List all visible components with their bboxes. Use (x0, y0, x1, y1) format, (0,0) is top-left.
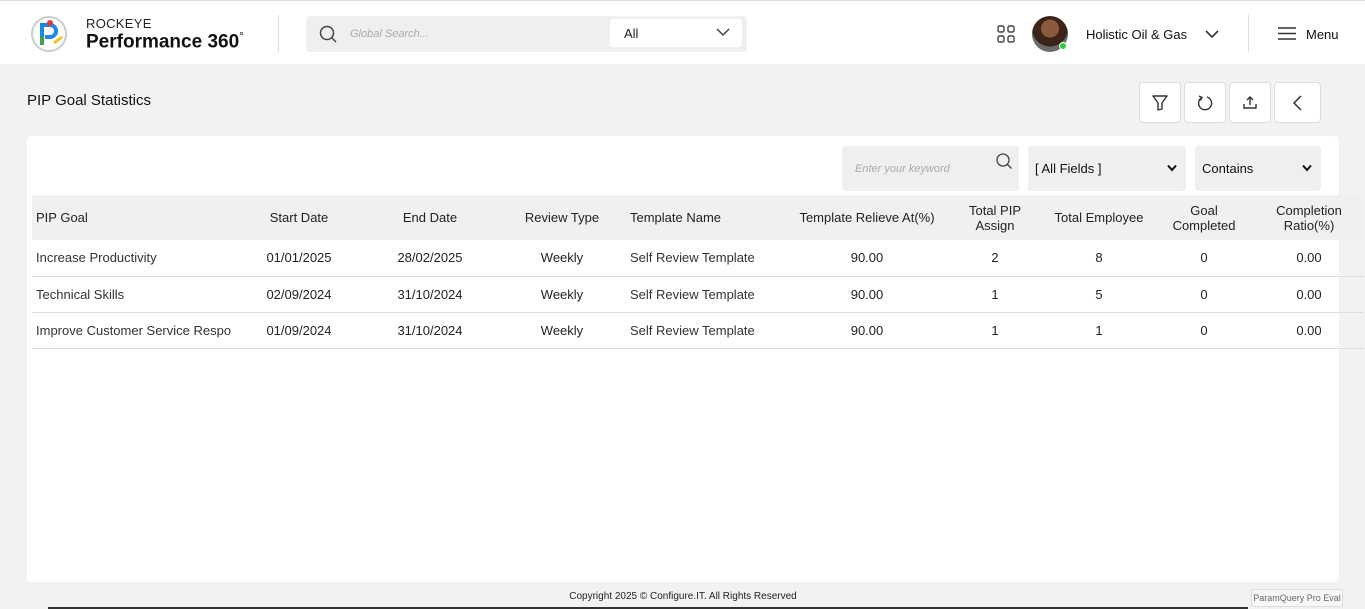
cell-template-relieve: 90.00 (788, 276, 946, 313)
refresh-button[interactable] (1184, 82, 1226, 123)
global-search: All (306, 16, 747, 52)
keyword-search (842, 146, 1019, 191)
menu-button[interactable]: Menu (1306, 27, 1339, 42)
cell-template-name: Self Review Template (626, 312, 788, 349)
table-row[interactable]: Improve Customer Service Respo 01/09/202… (32, 312, 1364, 349)
header-divider (278, 15, 279, 52)
top-header: ROCKEYE Performance 360° All Holistic Oi… (0, 0, 1365, 64)
column-header[interactable]: Completion Ratio(%) (1254, 195, 1364, 240)
product-name: Performance 360° (86, 29, 244, 53)
column-header[interactable]: Start Date (236, 195, 362, 240)
cell-total-pip-assign: 2 (946, 240, 1044, 277)
cell-total-pip-assign: 1 (946, 276, 1044, 313)
export-button[interactable] (1229, 82, 1271, 123)
table-row[interactable]: Technical Skills 02/09/2024 31/10/2024 W… (32, 276, 1364, 313)
cell-total-employee: 1 (1044, 312, 1154, 349)
caret-down-icon (1167, 164, 1177, 172)
column-header[interactable]: Total PIP Assign (946, 195, 1044, 240)
column-header[interactable]: End Date (362, 195, 498, 240)
cell-template-relieve: 90.00 (788, 240, 946, 277)
column-header[interactable]: Template Name (626, 195, 788, 240)
copyright-text: Copyright 2025 © Configure.IT. All Right… (569, 591, 797, 602)
page-title: PIP Goal Statistics (27, 92, 151, 109)
cell-pip-goal: Technical Skills (32, 276, 236, 313)
company-name[interactable]: Holistic Oil & Gas (1086, 27, 1187, 42)
search-scope-value: All (624, 26, 639, 41)
table-header-row: PIP Goal Start Date End Date Review Type… (32, 195, 1364, 240)
cell-pip-goal: Increase Productivity (32, 240, 236, 277)
hamburger-menu-icon[interactable] (1278, 27, 1296, 40)
cell-total-employee: 8 (1044, 240, 1154, 277)
column-header[interactable]: Total Employee (1044, 195, 1154, 240)
rockeye-logo-icon[interactable] (30, 15, 68, 53)
brand-degree: ° (239, 29, 244, 43)
apps-grid-icon[interactable] (997, 25, 1015, 43)
keyword-input[interactable] (855, 160, 985, 178)
cell-end-date: 31/10/2024 (362, 276, 498, 313)
column-header[interactable]: Goal Completed (1154, 195, 1254, 240)
cell-end-date: 28/02/2025 (362, 240, 498, 277)
chevron-left-icon (1292, 94, 1302, 111)
cell-template-name: Self Review Template (626, 276, 788, 313)
cell-review-type: Weekly (498, 240, 626, 277)
cell-template-name: Self Review Template (626, 240, 788, 277)
cell-pip-goal: Improve Customer Service Respo (32, 312, 236, 349)
page-footer: Copyright 2025 © Configure.IT. All Right… (27, 586, 1339, 609)
cell-goal-completed: 0 (1154, 312, 1254, 349)
upload-icon (1243, 95, 1257, 109)
column-header[interactable]: Review Type (498, 195, 626, 240)
online-status-badge (1059, 42, 1067, 50)
field-select-value: [ All Fields ] (1035, 161, 1102, 176)
global-search-input[interactable] (350, 24, 600, 44)
operator-select-value: Contains (1202, 161, 1254, 176)
cell-completion-ratio: 0.00 (1254, 240, 1364, 277)
chevron-down-icon[interactable] (1204, 29, 1220, 39)
caret-down-icon (1302, 164, 1312, 172)
filter-button[interactable] (1139, 82, 1181, 123)
cell-goal-completed: 0 (1154, 240, 1254, 277)
refresh-icon (1197, 94, 1213, 110)
pip-goal-table: PIP Goal Start Date End Date Review Type… (32, 195, 1364, 349)
back-button[interactable] (1274, 82, 1321, 123)
cell-total-pip-assign: 1 (946, 312, 1044, 349)
cell-total-employee: 5 (1044, 276, 1154, 313)
table-row[interactable]: Increase Productivity 01/01/2025 28/02/2… (32, 240, 1364, 277)
column-header[interactable]: PIP Goal (32, 195, 236, 240)
statistics-card: [ All Fields ] Contains PIP Goal Start D… (27, 136, 1364, 582)
paramquery-badge: ParamQuery Pro Eval (1251, 589, 1343, 607)
search-icon[interactable] (995, 152, 1013, 170)
cell-completion-ratio: 0.00 (1254, 312, 1364, 349)
column-header[interactable]: Template Relieve At(%) (788, 195, 946, 240)
header-divider (1248, 15, 1249, 52)
cell-review-type: Weekly (498, 312, 626, 349)
cell-goal-completed: 0 (1154, 276, 1254, 313)
field-select[interactable]: [ All Fields ] (1028, 146, 1186, 191)
search-scope-dropdown[interactable]: All (610, 19, 742, 47)
search-icon[interactable] (318, 24, 338, 44)
cell-start-date: 01/01/2025 (236, 240, 362, 277)
chevron-down-icon (716, 28, 730, 37)
cell-review-type: Weekly (498, 276, 626, 313)
cell-completion-ratio: 0.00 (1254, 276, 1364, 313)
cell-start-date: 01/09/2024 (236, 312, 362, 349)
cell-end-date: 31/10/2024 (362, 312, 498, 349)
cell-template-relieve: 90.00 (788, 312, 946, 349)
cell-start-date: 02/09/2024 (236, 276, 362, 313)
filter-icon (1152, 94, 1168, 111)
operator-select[interactable]: Contains (1195, 146, 1321, 191)
